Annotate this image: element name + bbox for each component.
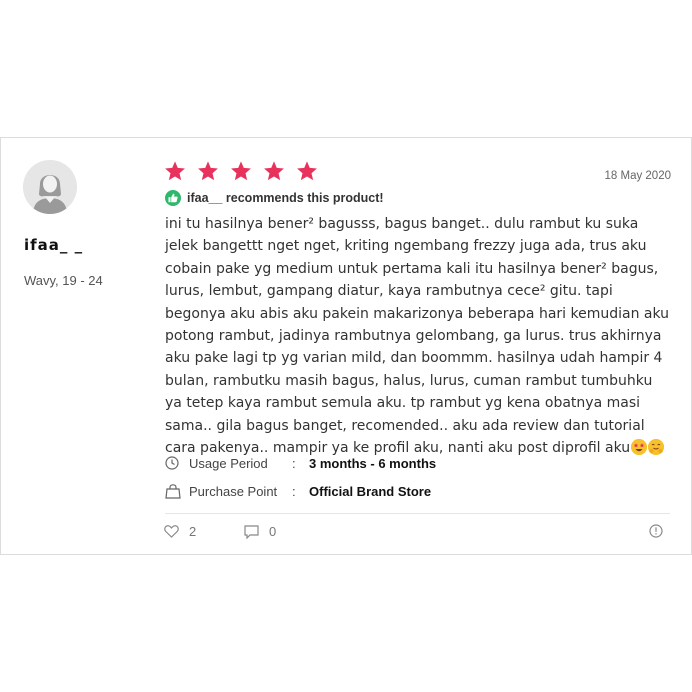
purchase-point-colon: : bbox=[292, 483, 296, 499]
clock-icon bbox=[165, 455, 181, 471]
star-icon bbox=[264, 161, 284, 181]
user-avatar-icon[interactable] bbox=[23, 160, 77, 214]
star-icon bbox=[297, 161, 317, 181]
thumbs-up-icon bbox=[165, 190, 181, 206]
usage-period-colon: : bbox=[292, 455, 296, 471]
report-button[interactable] bbox=[649, 524, 663, 543]
reviewer-profile-meta: Wavy, 19 - 24 bbox=[24, 273, 103, 288]
star-rating bbox=[164, 160, 318, 182]
review-date: 18 May 2020 bbox=[604, 170, 672, 182]
star-icon bbox=[231, 161, 251, 181]
usage-period-value: 3 months - 6 months bbox=[309, 455, 437, 471]
purchase-point-row: Purchase Point : Official Brand Store bbox=[165, 483, 431, 499]
review-card: ifaa_ _ Wavy, 19 - 24 18 May 2020 ifaa__… bbox=[0, 137, 692, 555]
heart-icon bbox=[164, 525, 179, 538]
review-text: ini tu hasilnya bener² bagusss, bagus ba… bbox=[165, 216, 670, 457]
purchase-point-label: Purchase Point bbox=[189, 483, 278, 499]
shopping-bag-icon bbox=[165, 483, 181, 499]
recommend-text: ifaa__ recommends this product! bbox=[187, 191, 384, 205]
like-button[interactable]: 2 bbox=[164, 524, 196, 539]
comment-button[interactable]: 0 bbox=[244, 524, 276, 539]
usage-period-label: Usage Period bbox=[189, 455, 268, 471]
divider bbox=[165, 513, 670, 514]
star-icon bbox=[198, 161, 218, 181]
comment-icon bbox=[244, 524, 259, 539]
comment-count: 0 bbox=[269, 524, 277, 539]
alert-circle-icon bbox=[649, 524, 663, 538]
reviewer-name[interactable]: ifaa_ _ bbox=[24, 236, 83, 254]
purchase-point-value: Official Brand Store bbox=[309, 483, 432, 499]
review-body: ini tu hasilnya bener² bagusss, bagus ba… bbox=[165, 213, 670, 459]
like-count: 2 bbox=[189, 524, 197, 539]
usage-period-row: Usage Period : 3 months - 6 months bbox=[165, 455, 436, 471]
star-struck-emoji bbox=[631, 439, 648, 456]
star-icon bbox=[165, 161, 185, 181]
hugging-face-emoji bbox=[648, 439, 665, 456]
recommend-badge: ifaa__ recommends this product! bbox=[165, 190, 384, 206]
